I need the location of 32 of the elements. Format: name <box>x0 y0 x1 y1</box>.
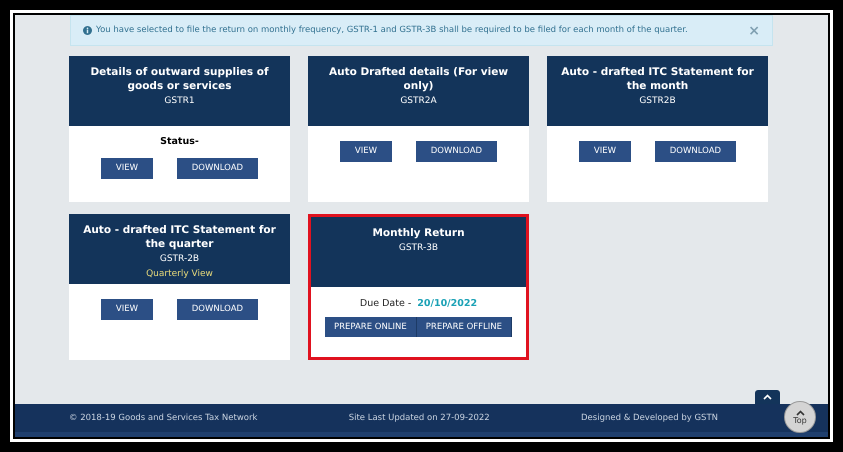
due-date: 20/10/2022 <box>417 297 478 311</box>
prepare-button[interactable]: PREPARE OFFLINE <box>416 317 512 338</box>
card-title: Details of outward supplies of goods or services <box>89 65 270 93</box>
view-button[interactable]: VIEW <box>578 141 631 162</box>
return-code: GSTR1 <box>164 95 195 108</box>
info-icon <box>83 26 92 35</box>
download-button[interactable]: DOWNLOAD <box>654 141 736 162</box>
return-code: GSTR2B <box>639 95 676 108</box>
card-title: Monthly Return <box>372 226 465 240</box>
status-label: Status- <box>160 135 199 149</box>
last-updated-text: Site Last Updated on 27-09-2022 <box>348 412 490 424</box>
chevron-up-icon <box>763 394 772 400</box>
prepare-button[interactable]: PREPARE ONLINE <box>324 317 417 338</box>
return-code: GSTR-3B <box>398 242 438 255</box>
return-code: GSTR-2B <box>160 253 200 266</box>
card-title: Auto Drafted details (For view only) <box>328 65 510 93</box>
download-button[interactable]: DOWNLOAD <box>176 158 258 180</box>
card-title: Auto - drafted ITC Statement for the quarter <box>82 223 277 251</box>
card-title: Auto - drafted ITC Statement for the month <box>560 65 755 93</box>
download-button[interactable]: DOWNLOAD <box>176 299 258 320</box>
view-button[interactable]: VIEW <box>340 141 392 162</box>
view-button[interactable]: VIEW <box>100 299 153 320</box>
return-code: GSTR2A <box>400 95 437 108</box>
chevron-up-icon <box>796 410 804 416</box>
alert-message: You have selected to file the return on monthly frequency, GSTR-1 and GSTR-3B shall be required to be filed for each month of the quarter. <box>96 24 689 37</box>
quarterly-view-link[interactable]: Quarterly View <box>146 268 213 281</box>
credits-text: Designed & Developed by GSTN <box>581 412 718 424</box>
copyright-text: © 2018-19 Goods and Services Tax Network <box>69 412 258 424</box>
scroll-up-tab[interactable] <box>755 390 780 404</box>
view-button[interactable]: VIEW <box>100 158 153 180</box>
due-date-label: Due Date - <box>360 297 412 311</box>
download-button[interactable]: DOWNLOAD <box>416 141 498 162</box>
